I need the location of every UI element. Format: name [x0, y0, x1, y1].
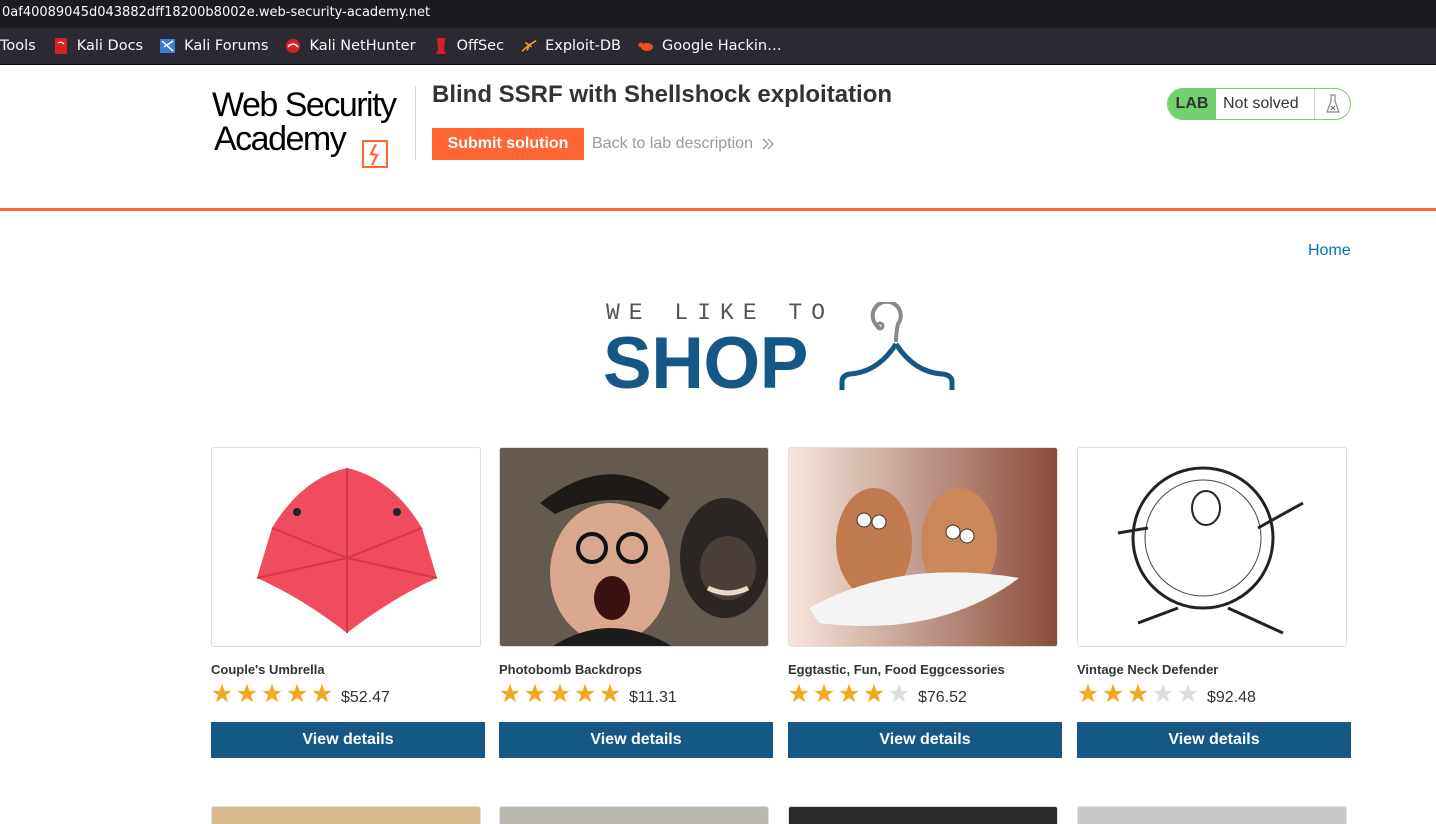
address-bar[interactable]: 0af40089045d043882dff18200b8002e.web-sec…	[0, 0, 1436, 28]
view-details-button[interactable]: View details	[211, 722, 485, 758]
product-card: Eggtastic, Fun, Food Eggcessories $76.52…	[788, 447, 1062, 758]
star-icon	[236, 683, 261, 707]
product-name: Couple's Umbrella	[211, 662, 325, 677]
product-image-partial	[1077, 806, 1347, 824]
kali-nethunter-icon	[285, 38, 301, 54]
product-rating: $11.31	[499, 683, 773, 707]
bookmark-label: Kali Docs	[76, 38, 144, 54]
star-icon	[499, 683, 524, 707]
bookmark-offsec[interactable]: OffSec	[433, 38, 505, 54]
lab-status-text: Not solved	[1223, 95, 1299, 112]
star-empty-icon	[1177, 683, 1202, 707]
bookmark-label: OffSec	[456, 38, 505, 54]
star-icon	[813, 683, 838, 707]
bookmark-label: Kali Forums	[184, 38, 269, 54]
star-icon	[311, 683, 336, 707]
view-details-button[interactable]: View details	[1077, 722, 1351, 758]
lab-status-tag: LAB	[1168, 89, 1216, 119]
star-icon	[286, 683, 311, 707]
product-rating: $92.48	[1077, 683, 1351, 707]
star-empty-icon	[888, 683, 913, 707]
hanger-icon	[839, 302, 955, 390]
logo-line2: Academy	[214, 120, 347, 158]
star-empty-icon	[1152, 683, 1177, 707]
product-image-partial	[211, 806, 481, 824]
bookmark-label: Google Hackin…	[661, 38, 782, 54]
product-image	[211, 447, 481, 647]
view-details-button[interactable]: View details	[499, 722, 773, 758]
bookmark-kali-docs[interactable]: Kali Docs	[53, 38, 143, 54]
star-icon	[574, 683, 599, 707]
flask-icon	[1314, 89, 1350, 119]
product-name: Vintage Neck Defender	[1077, 662, 1219, 677]
star-icon	[1102, 683, 1127, 707]
product-card: Photobomb Backdrops $11.31 View details	[499, 447, 773, 758]
star-icon	[261, 683, 286, 707]
product-price: $92.48	[1207, 689, 1256, 706]
bookmark-label: Exploit-DB	[545, 38, 621, 54]
lab-status-widget: LAB Not solved	[1167, 88, 1351, 120]
star-icon	[549, 683, 574, 707]
star-icon	[599, 683, 624, 707]
bookmark-google-hacking[interactable]: Google Hackin…	[638, 38, 782, 54]
banner-shop-word: SHOP	[603, 323, 808, 404]
product-name: Photobomb Backdrops	[499, 662, 643, 677]
url-text: 0af40089045d043882dff18200b8002e.web-sec…	[2, 5, 431, 20]
kali-docs-icon	[53, 38, 69, 54]
bookmark-tools[interactable]: Tools	[0, 38, 36, 54]
star-icon	[838, 683, 863, 707]
star-icon	[788, 683, 813, 707]
product-image-partial	[788, 806, 1058, 824]
lab-title: Blind SSRF with Shellshock exploitation	[432, 81, 893, 108]
bookmark-label: Tools	[0, 38, 36, 54]
product-price: $76.52	[918, 689, 967, 706]
offsec-icon	[433, 38, 449, 54]
product-image-partial	[499, 806, 769, 824]
star-icon	[1077, 683, 1102, 707]
back-link-label: Back to lab description	[592, 135, 753, 152]
lab-header: Web Security Academy Blind SSRF with She…	[0, 66, 1436, 211]
bookmark-kali-forums[interactable]: Kali Forums	[160, 38, 268, 54]
star-icon	[524, 683, 549, 707]
nav-home-link[interactable]: Home	[1308, 242, 1351, 260]
bookmark-exploit-db[interactable]: Exploit-DB	[521, 38, 621, 54]
product-card: Vintage Neck Defender $92.48 View detail…	[1077, 447, 1351, 758]
product-rating: $52.47	[211, 683, 485, 707]
product-name: Eggtastic, Fun, Food Eggcessories	[788, 662, 1005, 677]
logo-bolt-icon	[362, 140, 388, 168]
bookmark-label: Kali NetHunter	[309, 38, 416, 54]
product-image	[499, 447, 769, 647]
view-details-button[interactable]: View details	[788, 722, 1062, 758]
back-to-lab-description-link[interactable]: Back to lab description	[592, 135, 775, 153]
product-rating: $76.52	[788, 683, 1062, 707]
product-price: $11.31	[629, 689, 677, 706]
submit-solution-button[interactable]: Submit solution	[432, 128, 584, 160]
star-icon	[211, 683, 236, 707]
product-price: $52.47	[341, 689, 390, 706]
shop-banner: WE LIKE TO SHOP	[600, 300, 960, 404]
bookmark-kali-nethunter[interactable]: Kali NetHunter	[285, 38, 416, 54]
exploit-db-icon	[521, 38, 537, 54]
double-chevron-right-icon	[762, 138, 774, 150]
google-hacking-icon	[638, 38, 654, 54]
kali-forums-icon	[160, 38, 176, 54]
star-icon	[1127, 683, 1152, 707]
star-icon	[863, 683, 888, 707]
product-image	[1077, 447, 1347, 647]
product-image	[788, 447, 1058, 647]
bookmarks-toolbar: Tools Kali Docs Kali Forums Kali NetHunt…	[0, 28, 1436, 65]
web-security-academy-logo[interactable]: Web Security Academy	[212, 86, 416, 168]
product-card: Couple's Umbrella $52.47 View details	[211, 447, 485, 758]
